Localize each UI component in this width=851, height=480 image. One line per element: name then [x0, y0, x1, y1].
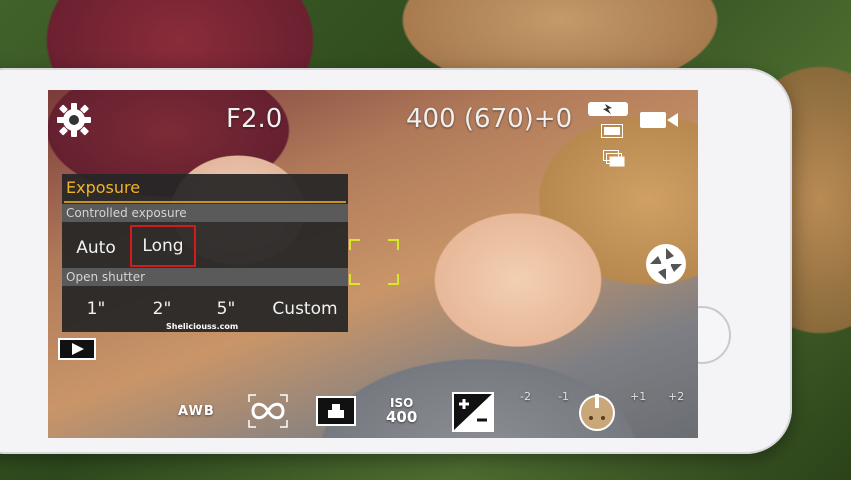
panel-title: Exposure: [66, 178, 141, 197]
exposure-panel: Exposure Controlled exposure Auto Long O…: [62, 174, 348, 332]
ev-mark: -2: [520, 390, 531, 403]
aperture-readout[interactable]: F2.0: [226, 104, 282, 134]
ev-mark: -1: [558, 390, 569, 403]
iso-button[interactable]: ISO 400: [386, 396, 418, 426]
white-balance-icon[interactable]: [601, 124, 623, 138]
video-camera-icon[interactable]: [640, 110, 680, 130]
burst-icon[interactable]: [603, 150, 625, 168]
focus-bracket-icon: [349, 239, 399, 285]
ev-mark: +2: [668, 390, 685, 403]
gear-icon[interactable]: [56, 102, 92, 138]
option-shutter-custom[interactable]: Custom: [266, 290, 344, 328]
panel-divider: [64, 201, 346, 203]
shutter-button-icon[interactable]: [644, 242, 688, 286]
exposure-compensation-icon[interactable]: [452, 392, 494, 432]
focus-infinity-icon[interactable]: [248, 394, 288, 428]
option-shutter-1s[interactable]: 1": [78, 290, 114, 328]
iso-exposure-readout[interactable]: 400 (670)+0: [406, 104, 572, 134]
open-shutter-header: Open shutter: [62, 268, 348, 286]
flash-icon[interactable]: [588, 102, 628, 116]
touch-focus-icon[interactable]: [316, 396, 356, 426]
camera-viewfinder[interactable]: F2.0 400 (670)+0 Exposure Controlled exp…: [48, 90, 698, 438]
awb-button[interactable]: AWB: [178, 404, 215, 419]
watermark: Sheliciouss.com: [166, 322, 239, 331]
ev-dial-icon[interactable]: [576, 392, 618, 432]
ev-mark: +1: [630, 390, 647, 403]
iso-value: 400: [386, 408, 418, 426]
controlled-exposure-header: Controlled exposure: [62, 204, 348, 222]
option-long[interactable]: Long: [130, 225, 196, 267]
gallery-play-icon[interactable]: [58, 338, 96, 360]
option-auto[interactable]: Auto: [66, 228, 126, 268]
